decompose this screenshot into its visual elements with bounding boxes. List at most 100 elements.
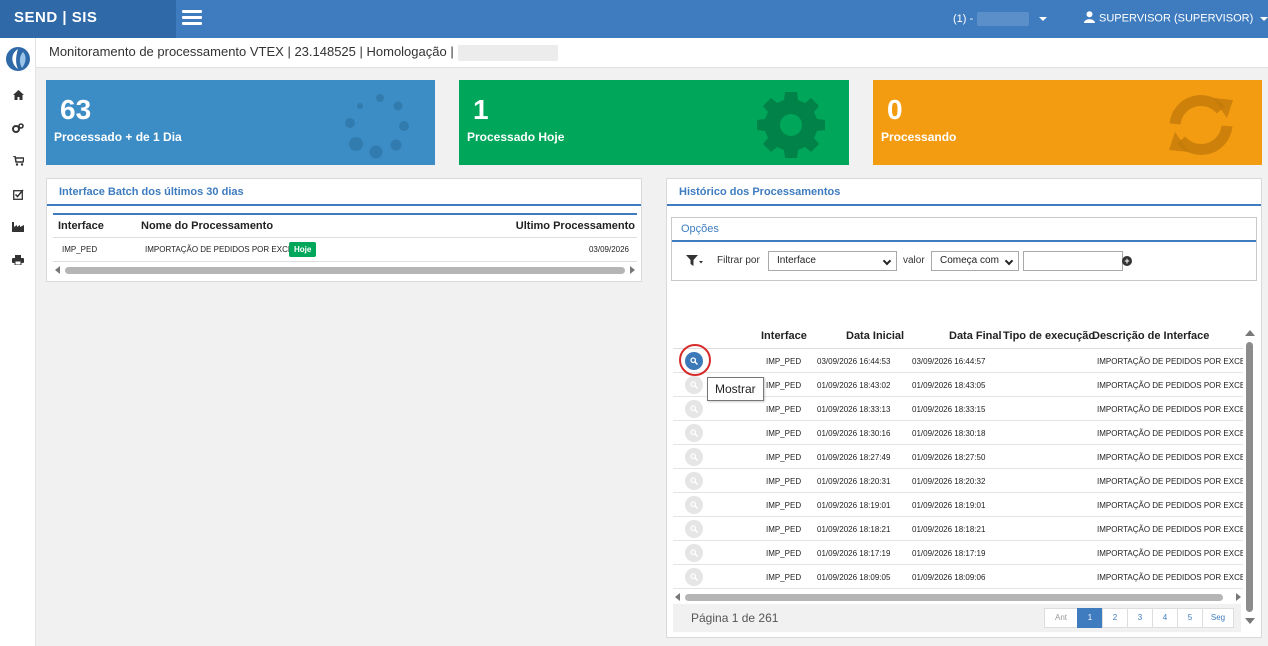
table-row[interactable]: IMP_PED 01/09/2026 18:27:49 01/09/2026 1…: [673, 445, 1243, 469]
page-button[interactable]: 2: [1102, 608, 1128, 628]
column-header-end[interactable]: Data Final: [949, 330, 1002, 342]
search-icon: [690, 453, 698, 461]
page-info: Página 1 de 261: [691, 611, 779, 625]
show-details-button[interactable]: [685, 520, 703, 538]
scroll-up-icon[interactable]: [1245, 330, 1255, 336]
stat-tile-processed-today: 1 Processado Hoje: [459, 80, 849, 165]
home-icon[interactable]: [0, 84, 36, 106]
status-badge: Hoje: [289, 238, 317, 262]
table-row[interactable]: IMP_PED 03/09/2026 16:44:53 03/09/2026 1…: [673, 349, 1243, 373]
cell-start: 01/09/2026 18:18:21: [817, 525, 891, 534]
column-header-name[interactable]: Nome do Processamento: [141, 215, 273, 238]
table-row[interactable]: IMP_PED 01/09/2026 18:19:01 01/09/2026 1…: [673, 493, 1243, 517]
show-details-button[interactable]: [685, 568, 703, 586]
table-row[interactable]: IMP_PED IMPORTAÇÃO DE PEDIDOS POR EXCEL …: [53, 238, 637, 262]
column-header-interface[interactable]: Interface: [58, 215, 104, 238]
page-button[interactable]: 5: [1177, 608, 1203, 628]
panel-title: Interface Batch dos últimos 30 dias: [47, 179, 641, 206]
table-row[interactable]: IMP_PED 01/09/2026 18:30:16 01/09/2026 1…: [673, 421, 1243, 445]
stat-tile-processing: 0 Processando: [873, 80, 1262, 165]
cell-start: 01/09/2026 18:09:05: [817, 573, 891, 582]
environment-label: (1) -: [953, 12, 974, 25]
cell-end: 01/09/2026 18:27:50: [912, 453, 986, 462]
table-row[interactable]: IMP_PED 01/09/2026 18:17:19 01/09/2026 1…: [673, 541, 1243, 565]
vertical-scrollbar[interactable]: [1243, 328, 1257, 626]
show-details-button[interactable]: [685, 544, 703, 562]
page-title: Monitoramento de processamento VTEX | 23…: [49, 44, 454, 59]
environment-dropdown[interactable]: (1) -: [953, 12, 1048, 26]
search-icon: [690, 381, 698, 389]
brand-logo[interactable]: SEND | SIS: [0, 0, 176, 38]
show-details-button[interactable]: [685, 472, 703, 490]
environment-name-redacted: [977, 12, 1030, 26]
check-square-icon[interactable]: [0, 183, 36, 205]
horizontal-scrollbar[interactable]: [53, 264, 637, 276]
scroll-left-icon[interactable]: [675, 593, 680, 601]
page-button[interactable]: 3: [1127, 608, 1153, 628]
industry-icon[interactable]: [0, 216, 36, 238]
column-header-start[interactable]: Data Inicial: [846, 330, 904, 342]
cell-description: IMPORTAÇÃO DE PEDIDOS POR EXCEL: [1097, 501, 1243, 510]
stat-value: 63: [60, 94, 92, 125]
print-icon[interactable]: [0, 249, 36, 271]
title-redacted: [457, 44, 558, 61]
scroll-down-icon[interactable]: [1245, 618, 1255, 624]
value-label: valor: [903, 255, 925, 266]
table-row[interactable]: IMP_PED 01/09/2026 18:20:31 01/09/2026 1…: [673, 469, 1243, 493]
cell-interface: IMP_PED: [62, 245, 98, 254]
column-header-type[interactable]: Tipo de execução: [1003, 330, 1095, 342]
user-label: SUPERVISOR (SUPERVISOR): [1099, 12, 1254, 25]
show-details-button[interactable]: [685, 496, 703, 514]
prev-page-button[interactable]: Ant: [1044, 608, 1078, 628]
scroll-thumb[interactable]: [685, 594, 1223, 601]
user-icon: [1084, 11, 1095, 26]
cell-description: IMPORTAÇÃO DE PEDIDOS POR EXCEL: [1097, 381, 1243, 390]
chevron-down-icon: [1039, 17, 1048, 21]
refresh-icon: [1169, 95, 1233, 155]
page-button[interactable]: 4: [1152, 608, 1178, 628]
stat-label: Processado Hoje: [467, 130, 565, 144]
column-header-description[interactable]: Descrição de Interface: [1092, 330, 1209, 342]
scroll-right-icon[interactable]: [1236, 593, 1241, 601]
cell-start: 03/09/2026 16:44:53: [817, 357, 891, 366]
scroll-left-icon[interactable]: [55, 266, 60, 274]
top-navbar: SEND | SIS (1) - SUPERVISOR (SUPERVISOR): [0, 0, 1268, 38]
filter-icon[interactable]: [686, 255, 704, 267]
cogs-icon[interactable]: [0, 117, 36, 139]
spinner-icon: [345, 94, 409, 159]
show-details-button[interactable]: [685, 400, 703, 418]
horizontal-scrollbar[interactable]: [673, 591, 1243, 603]
filter-value-input[interactable]: [1023, 251, 1123, 271]
cell-start: 01/09/2026 18:30:16: [817, 429, 891, 438]
table-row[interactable]: IMP_PED 01/09/2026 18:09:05 01/09/2026 1…: [673, 565, 1243, 589]
add-filter-icon[interactable]: +: [1122, 256, 1132, 266]
cell-end: 01/09/2026 18:30:18: [912, 429, 986, 438]
next-page-button[interactable]: Seg: [1202, 608, 1234, 628]
cell-end: 03/09/2026 16:44:57: [912, 357, 986, 366]
scroll-thumb[interactable]: [65, 267, 625, 274]
cell-description: IMPORTAÇÃO DE PEDIDOS POR EXCEL: [1097, 453, 1243, 462]
scroll-right-icon[interactable]: [630, 266, 635, 274]
options-title[interactable]: Opções: [672, 218, 1256, 242]
app-logo-icon[interactable]: [5, 46, 31, 72]
column-header-last[interactable]: Ultimo Processamento: [516, 215, 635, 238]
panel-title: Histórico dos Processamentos: [667, 179, 1261, 206]
filter-field-select[interactable]: Interface: [768, 251, 897, 271]
table-row[interactable]: IMP_PED 01/09/2026 18:18:21 01/09/2026 1…: [673, 517, 1243, 541]
show-details-button[interactable]: [685, 376, 703, 394]
user-menu[interactable]: SUPERVISOR (SUPERVISOR): [1084, 11, 1268, 26]
show-details-button[interactable]: [685, 448, 703, 466]
menu-toggle-icon[interactable]: [182, 10, 202, 26]
cart-icon[interactable]: [0, 150, 36, 172]
cell-interface: IMP_PED: [766, 477, 802, 486]
cell-start: 01/09/2026 18:27:49: [817, 453, 891, 462]
show-details-button[interactable]: [685, 424, 703, 442]
column-header-interface[interactable]: Interface: [761, 330, 807, 342]
search-icon: [690, 405, 698, 413]
cell-description: IMPORTAÇÃO DE PEDIDOS POR EXCEL: [1097, 525, 1243, 534]
scroll-thumb[interactable]: [1246, 342, 1253, 612]
match-mode-select[interactable]: Começa com: [931, 251, 1019, 271]
highlight-ring: [679, 344, 711, 376]
page-button[interactable]: 1: [1077, 608, 1103, 628]
cell-end: 01/09/2026 18:18:21: [912, 525, 986, 534]
